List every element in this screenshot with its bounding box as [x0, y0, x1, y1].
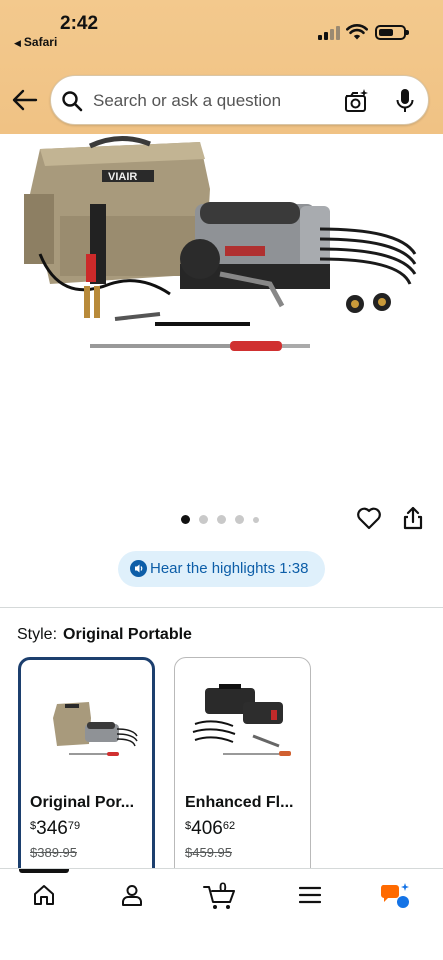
menu-icon[interactable] — [299, 886, 321, 904]
search-icon — [62, 91, 83, 112]
section-divider — [0, 607, 443, 608]
product-photo-compressor-kit: VIAIR — [24, 136, 417, 351]
price-currency: $ — [30, 820, 37, 832]
option-thumbnail — [53, 702, 138, 756]
back-triangle-icon: ◀ — [14, 38, 21, 48]
home-icon[interactable] — [32, 883, 56, 907]
battery-icon — [375, 25, 409, 40]
wifi-icon — [346, 24, 368, 40]
bottom-navigation: 0 — [0, 868, 443, 960]
brand-logo-text: VIAIR — [108, 171, 137, 183]
option-price: $34679 — [30, 818, 80, 840]
price-currency: $ — [185, 820, 192, 832]
top-header: 2:42 ◀ Safari Search or ask a question — [0, 0, 443, 134]
price-whole: 346 — [36, 818, 68, 839]
option-name: Enhanced Fl... — [185, 794, 294, 811]
image-carousel-dots[interactable] — [181, 515, 259, 524]
option-list-price: $389.95 — [30, 845, 77, 860]
active-tab-indicator — [19, 869, 69, 873]
carousel-dot-2[interactable] — [199, 515, 208, 524]
cart-button[interactable]: 0 — [203, 879, 239, 911]
option-list-price: $459.95 — [185, 845, 232, 860]
style-option-enhanced-flush[interactable]: Enhanced Fl... $40662 $459.95 — [174, 657, 311, 887]
carousel-dot-4[interactable] — [235, 515, 244, 524]
status-bar: 2:42 ◀ Safari — [0, 0, 443, 60]
audio-play-icon — [130, 560, 147, 577]
carousel-dot-3[interactable] — [217, 515, 226, 524]
carousel-dot-5[interactable] — [253, 516, 259, 523]
heart-icon[interactable] — [356, 506, 382, 530]
carousel-dot-1[interactable] — [181, 515, 190, 524]
price-fraction: 79 — [67, 820, 81, 832]
style-label: Style: — [17, 626, 58, 643]
option-name: Original Por... — [30, 794, 135, 811]
product-image[interactable]: VIAIR — [0, 134, 443, 494]
search-input[interactable]: Search or ask a question — [93, 91, 281, 111]
cart-count: 0 — [219, 879, 227, 895]
option-price: $40662 — [185, 818, 235, 840]
cellular-signal-icon — [318, 26, 340, 40]
style-selected-value: Original Portable — [63, 626, 192, 643]
rufus-icon[interactable] — [380, 881, 412, 911]
account-icon[interactable] — [120, 883, 144, 907]
camera-search-icon[interactable] — [343, 88, 369, 114]
price-fraction: 62 — [222, 820, 236, 832]
back-arrow-icon[interactable] — [12, 88, 38, 112]
share-icon[interactable] — [402, 506, 424, 530]
back-app-label: Safari — [23, 35, 58, 49]
back-to-app-link[interactable]: ◀ Safari — [14, 35, 57, 49]
style-option-original-portable[interactable]: Original Por... $34679 $389.95 — [18, 657, 155, 887]
option-thumbnail — [192, 684, 291, 756]
microphone-icon[interactable] — [395, 88, 415, 114]
status-time: 2:42 — [60, 13, 99, 34]
hear-highlights-button[interactable]: Hear the highlights 1:38 — [118, 551, 325, 587]
style-selector-label: Style: Original Portable — [17, 626, 192, 644]
highlights-label: Hear the highlights 1:38 — [150, 560, 309, 577]
price-whole: 406 — [191, 818, 223, 839]
search-bar[interactable]: Search or ask a question — [50, 75, 429, 125]
